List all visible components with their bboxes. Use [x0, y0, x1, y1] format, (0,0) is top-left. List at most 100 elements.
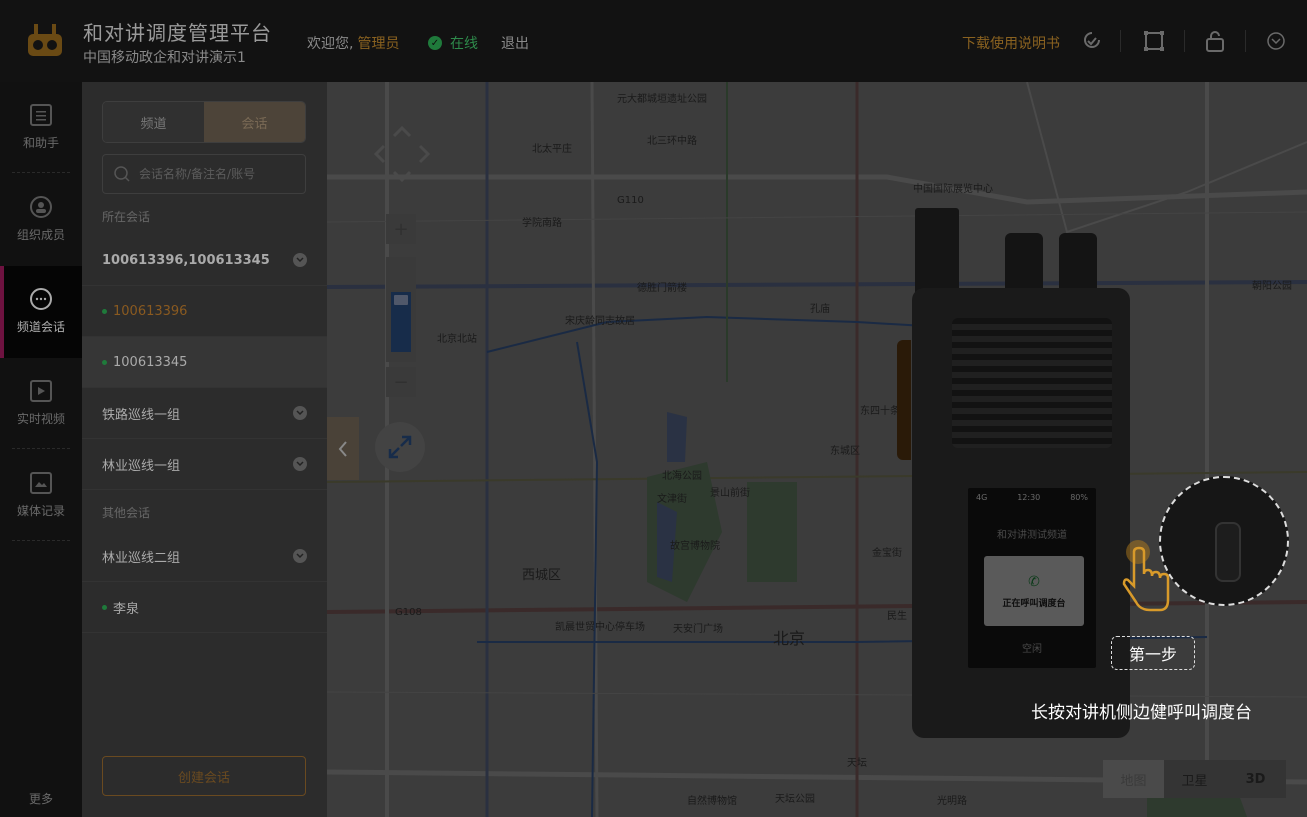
search-input[interactable] [139, 167, 299, 181]
map-label: 北三环中路 [647, 136, 697, 147]
nav-label: 媒体记录 [16, 504, 65, 518]
list-item[interactable]: 铁路巡线一组 [82, 388, 327, 439]
online-dot [102, 604, 107, 610]
list-item[interactable]: 100613396,100613345 [82, 235, 327, 286]
zoom-slider[interactable] [386, 257, 416, 362]
app-logo [24, 20, 66, 62]
nav-divider [12, 172, 70, 173]
nav-divider [12, 540, 70, 541]
pan-arrows-icon [373, 125, 431, 183]
session-name: 林业巡线二组 [102, 550, 181, 566]
chevron-left-icon [338, 440, 347, 457]
device-screen: 4G 12:30 80% 和对讲测试频道 ✆ 正在呼叫调度台 空闲 [968, 488, 1096, 668]
chevron-down-icon[interactable] [1263, 28, 1289, 54]
map-label: 西城区 [522, 568, 562, 583]
antenna [915, 208, 959, 296]
tab-channel[interactable]: 频道 [103, 102, 204, 142]
check-icon: ✓ [428, 36, 442, 50]
signal-label: 4G [976, 492, 988, 502]
logout-link[interactable]: 退出 [501, 33, 529, 53]
map-type-satellite[interactable]: 卫星 [1164, 760, 1225, 798]
hand-pointer-icon [1118, 538, 1178, 618]
create-session-button[interactable]: 创建会话 [102, 756, 306, 796]
list-icon [30, 104, 52, 126]
chat-icon [30, 288, 52, 310]
map-label: 北京 [773, 629, 806, 648]
knob [1005, 233, 1043, 293]
device-channel-name: 和对讲测试频道 [997, 530, 1067, 541]
section-current-label: 所在会话 [102, 210, 151, 224]
collapse-panel-button[interactable] [327, 417, 359, 480]
map-label: 孔庙 [810, 304, 830, 315]
online-status[interactable]: ✓ 在线 [428, 33, 478, 53]
list-item[interactable]: 林业巡线二组 [82, 531, 327, 582]
lock-icon[interactable] [1202, 28, 1228, 54]
expand-icon[interactable] [375, 422, 425, 472]
zoom-out-button[interactable]: − [386, 367, 416, 397]
map-label: 凯晨世贸中心停车场 [555, 622, 645, 633]
list-item[interactable]: 林业巡线一组 [82, 439, 327, 490]
chevron-down-icon[interactable] [293, 253, 307, 267]
map-pan-control[interactable] [372, 124, 432, 184]
list-item[interactable]: 李泉 [82, 582, 327, 633]
map-type-3d[interactable]: 3D [1225, 760, 1286, 798]
map-label: 天坛 [847, 758, 867, 769]
list-item[interactable]: 100613345 [82, 337, 327, 388]
session-panel: 频道 会话 所在会话 100613396,100613345 100613396… [82, 82, 327, 817]
online-dot [102, 359, 107, 365]
nav-item-members[interactable]: 组织成员 [0, 174, 82, 266]
map-label: 自然博物馆 [687, 796, 737, 807]
side-ptt-button [897, 340, 911, 460]
session-search [102, 154, 306, 194]
map-label: 学院南路 [522, 218, 562, 229]
zoom-handle[interactable] [394, 295, 408, 305]
nav-label: 实时视频 [16, 412, 65, 426]
map-label: 天坛公园 [775, 794, 815, 805]
map-label: G108 [395, 607, 422, 618]
member-name: 李泉 [113, 601, 140, 617]
chevron-down-icon[interactable] [293, 406, 307, 420]
side-button-zoom-callout [1159, 476, 1289, 606]
map-label: 朝阳公园 [1252, 281, 1292, 292]
zoom-in-button[interactable]: + [386, 214, 416, 244]
left-nav: 和助手 组织成员 频道会话 实时视频 媒体记录 更多 [0, 82, 82, 817]
chevron-down-icon[interactable] [293, 457, 307, 471]
map-label: 元大都城垣遗址公园 [617, 94, 707, 105]
search-icon [114, 166, 130, 182]
online-dot [102, 308, 107, 314]
list-item[interactable]: 100613396 [82, 286, 327, 337]
walkie-talkie-illustration: 4G 12:30 80% 和对讲测试频道 ✆ 正在呼叫调度台 空闲 [897, 208, 1132, 738]
chevron-down-icon[interactable] [293, 549, 307, 563]
nav-label: 组织成员 [16, 228, 65, 242]
nav-divider [12, 448, 70, 449]
session-name: 林业巡线一组 [102, 458, 181, 474]
nav-item-live-video[interactable]: 实时视频 [0, 358, 82, 450]
member-name: 100613396 [113, 303, 188, 319]
map-type-map[interactable]: 地图 [1103, 760, 1164, 798]
phone-icon: ✆ [1028, 573, 1040, 590]
nav-item-media-records[interactable]: 媒体记录 [0, 450, 82, 542]
knob [1059, 233, 1097, 293]
header-divider [1120, 30, 1121, 52]
nav-item-channel-session[interactable]: 频道会话 [0, 266, 82, 358]
map-label: 宋庆龄同志故居 [565, 316, 635, 327]
map-label: G110 [617, 195, 644, 206]
nav-label: 和助手 [22, 136, 59, 150]
map-label: 中国国际展览中心 [913, 184, 993, 195]
battery-label: 80% [1070, 492, 1088, 502]
app-subtitle: 中国移动政企和对讲演示1 [83, 50, 246, 66]
nav-label: 频道会话 [16, 320, 65, 334]
nav-more[interactable]: 更多 [0, 790, 82, 807]
header-divider [1184, 30, 1185, 52]
user-name[interactable]: 管理员 [357, 36, 399, 52]
map-label: 北京北站 [437, 334, 477, 345]
session-name: 100613396,100613345 [102, 252, 270, 268]
side-button-closeup [1215, 522, 1241, 582]
fullscreen-icon[interactable] [1141, 28, 1167, 54]
nav-item-assistant[interactable]: 和助手 [0, 82, 82, 174]
top-header: 和对讲调度管理平台 中国移动政企和对讲演示1 欢迎您, 管理员 ✓ 在线 退出 下… [0, 0, 1307, 82]
download-manual-link[interactable]: 下载使用说明书 [962, 33, 1060, 53]
location-icon[interactable] [1079, 28, 1105, 54]
time-label: 12:30 [1017, 492, 1041, 502]
tab-session[interactable]: 会话 [204, 102, 305, 142]
